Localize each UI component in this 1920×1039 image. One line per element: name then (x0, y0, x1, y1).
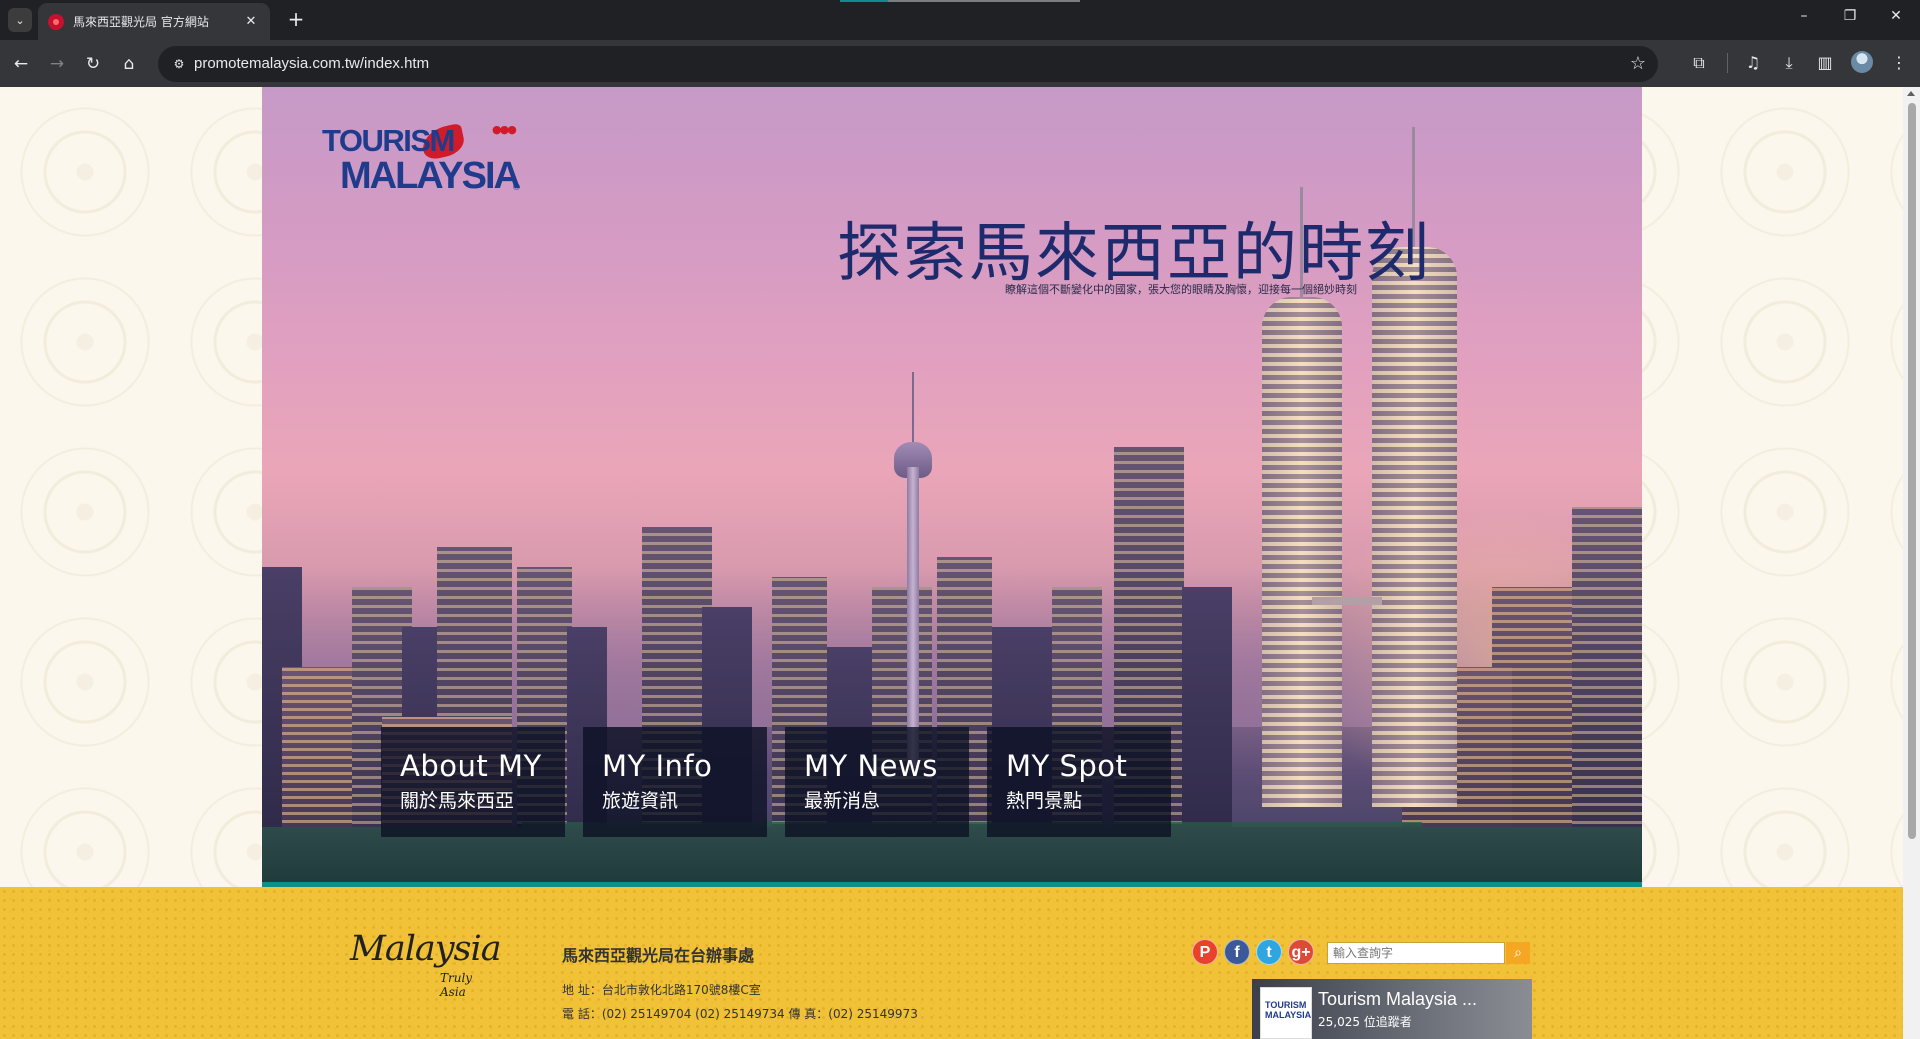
url-text[interactable]: promotemalaysia.com.tw/index.htm (194, 55, 429, 72)
logo-script-text: Malaysia (350, 929, 502, 969)
restore-icon[interactable]: ❐ (1836, 8, 1864, 24)
close-window-icon[interactable]: ✕ (1882, 8, 1910, 24)
scrollbar-thumb[interactable] (1908, 103, 1916, 839)
nav-tile-zh-label: 最新消息 (804, 790, 881, 812)
address-bar[interactable]: ⚙ promotemalaysia.com.tw/index.htm ☆ (158, 46, 1658, 82)
download-icon[interactable]: ⤓ (1777, 51, 1801, 75)
thumb-logo-text: TOURISM MALAYSIA (1265, 1000, 1312, 1020)
page-viewport: TOURISM MALAYSIA ●●● ® 探索馬來西亞的時刻 瞭解這個不斷變… (0, 87, 1903, 1039)
facebook-follower-count: 25,025 位追蹤者 (1318, 1015, 1412, 1029)
nav-tile-spot[interactable]: MY Spot 熱門景點 (987, 727, 1171, 837)
new-tab-button[interactable]: + (282, 6, 310, 34)
close-tab-icon[interactable]: ✕ (242, 14, 260, 29)
menu-icon[interactable]: ⋮ (1887, 51, 1911, 75)
back-icon[interactable]: ← (8, 51, 34, 77)
nav-tile-en-label: MY News (804, 749, 938, 783)
search-icon[interactable]: ⌕ (1506, 942, 1530, 964)
logo-tagline: Truly Asia (440, 971, 473, 999)
nav-tile-zh-label: 熱門景點 (1006, 790, 1083, 812)
scroll-up-arrow-icon[interactable] (1907, 91, 1915, 96)
forward-icon[interactable]: → (44, 51, 70, 77)
twitter-icon[interactable]: t (1256, 939, 1282, 965)
petronas-tower-right (1372, 247, 1457, 807)
tab-search-button[interactable]: ⌄ (8, 8, 32, 32)
office-phone: 電 話：(02) 25149704 (02) 25149734 傳 真：(02)… (562, 1007, 918, 1021)
logo-dots-icon: ●●● (492, 123, 517, 136)
profile-avatar[interactable] (1851, 51, 1873, 73)
office-name: 馬來西亞觀光局在台辦事處 (562, 946, 755, 965)
facebook-page-widget[interactable]: TOURISM MALAYSIA Tourism Malaysia ... 25… (1252, 979, 1532, 1039)
reload-icon[interactable]: ↻ (80, 51, 106, 77)
logo-text-malaysia: MALAYSIA (340, 155, 521, 197)
logo-registered-mark: ® (512, 183, 521, 193)
media-control-icon[interactable]: ♫ (1741, 51, 1765, 75)
facebook-page-thumbnail: TOURISM MALAYSIA (1260, 987, 1312, 1039)
tab-strip: ⌄ 馬來西亞觀光局 官方網站 ✕ + – ❐ ✕ (0, 0, 1920, 40)
active-tab[interactable]: 馬來西亞觀光局 官方網站 ✕ (38, 3, 270, 40)
kl-tower-shaft (907, 467, 919, 767)
nav-tile-en-label: MY Info (602, 749, 713, 783)
nav-tile-about[interactable]: About MY 關於馬來西亞 (381, 727, 565, 837)
nav-tile-info[interactable]: MY Info 旅遊資訊 (583, 727, 767, 837)
top-indicator (840, 0, 1080, 2)
nav-tile-en-label: About MY (400, 749, 542, 783)
bookmark-star-icon[interactable]: ☆ (1630, 53, 1646, 74)
petronas-tower-left (1262, 297, 1342, 807)
page-footer: Malaysia Truly Asia 馬來西亞觀光局在台辦事處 地 址：台北市… (0, 887, 1903, 1039)
google-plus-icon[interactable]: g+ (1288, 939, 1314, 965)
nav-tile-en-label: MY Spot (1006, 749, 1128, 783)
browser-toolbar: ← → ↻ ⌂ ⚙ promotemalaysia.com.tw/index.h… (0, 40, 1920, 87)
side-panel-icon[interactable]: ▥ (1813, 51, 1837, 75)
home-icon[interactable]: ⌂ (116, 51, 142, 77)
facebook-icon[interactable]: f (1224, 939, 1250, 965)
tourism-malaysia-logo[interactable]: TOURISM MALAYSIA ●●● ® (322, 122, 522, 213)
office-address: 地 址：台北市敦化北路170號8樓C室 (562, 983, 761, 997)
nav-tile-news[interactable]: MY News 最新消息 (785, 727, 969, 837)
nav-tile-zh-label: 旅遊資訊 (602, 790, 679, 812)
tab-title: 馬來西亞觀光局 官方網站 (73, 15, 209, 29)
facebook-page-name[interactable]: Tourism Malaysia ... (1318, 989, 1477, 1010)
pinterest-icon[interactable]: P (1192, 939, 1218, 965)
nav-tile-zh-label: 關於馬來西亞 (400, 790, 515, 812)
extensions-icon[interactable]: ⧉ (1687, 51, 1711, 75)
malaysia-truly-asia-logo[interactable]: Malaysia Truly Asia (350, 929, 502, 999)
site-favicon-icon (48, 13, 64, 30)
hero-subtitle: 瞭解這個不斷變化中的國家，張大您的眼睛及胸懷，迎接每一個絕妙時刻 (1005, 283, 1357, 296)
kl-tower-spire (912, 372, 914, 444)
page-scrollbar[interactable] (1903, 87, 1920, 1039)
logo-text-tourism: TOURISM (322, 123, 455, 158)
petronas-skybridge (1312, 597, 1382, 605)
toolbar-divider (1727, 53, 1728, 73)
site-info-icon[interactable]: ⚙ (170, 55, 188, 73)
site-search-input[interactable] (1327, 942, 1505, 964)
minimize-icon[interactable]: – (1790, 8, 1818, 24)
hero-banner: TOURISM MALAYSIA ●●● ® 探索馬來西亞的時刻 瞭解這個不斷變… (262, 87, 1642, 887)
